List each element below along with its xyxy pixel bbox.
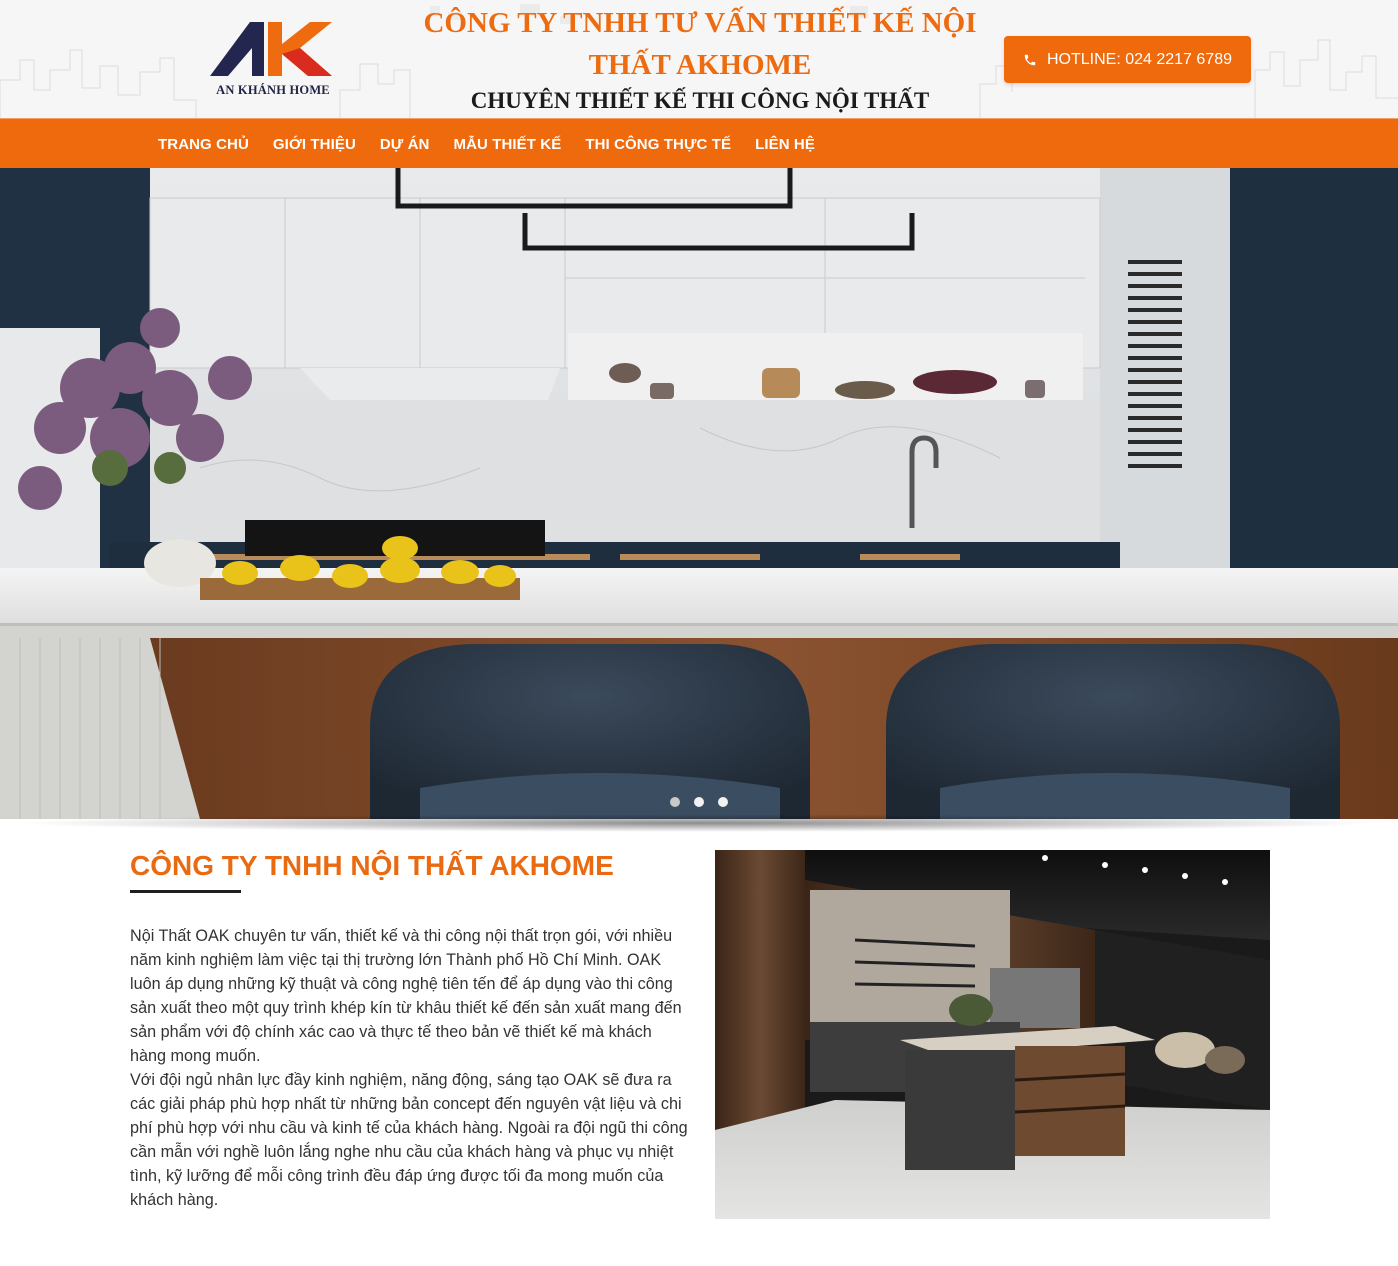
nav-list: TRANG CHỦ GIỚI THIỆU DỰ ÁN MẪU THIẾT KẾ …	[146, 119, 827, 169]
hero-slider[interactable]	[0, 168, 1398, 819]
about-body: Nội Thất OAK chuyên tư vấn, thiết kế và …	[130, 924, 688, 1212]
nav-item-home[interactable]: TRANG CHỦ	[146, 136, 261, 153]
about-paragraph-2: Với đội ngủ nhân lực đầy kinh nghiệm, nă…	[130, 1071, 688, 1209]
main-navbar: TRANG CHỦ GIỚI THIỆU DỰ ÁN MẪU THIẾT KẾ …	[0, 118, 1398, 168]
phone-icon	[1024, 54, 1036, 65]
hotline-label: HOTLINE: 024 2217 6789	[1046, 50, 1232, 68]
about-kitchen-image	[715, 850, 1270, 1219]
showroom-kitchen-image	[715, 850, 1270, 1219]
nav-item-construction[interactable]: THI CÔNG THỰC TẾ	[573, 136, 743, 153]
slider-dot-3[interactable]	[718, 797, 728, 807]
site-logo[interactable]: AN KHÁNH HOME	[210, 18, 336, 102]
hotline-button[interactable]: HOTLINE: 024 2217 6789	[1004, 36, 1251, 83]
akhome-logo-mark	[210, 22, 332, 76]
hero-shadow	[14, 814, 1384, 832]
about-title: CÔNG TY TNHH NỘI THẤT AKHOME	[130, 850, 614, 881]
logo-text: AN KHÁNH HOME	[216, 83, 330, 97]
title-underline	[130, 890, 241, 893]
hero-kitchen-image	[0, 168, 1398, 819]
company-title: CÔNG TY TNHH TƯ VẤN THIẾT KẾ NỘI THẤT AK…	[423, 7, 977, 81]
slider-dot-1[interactable]	[670, 797, 680, 807]
site-header: AN KHÁNH HOME CÔNG TY TNHH TƯ VẤN THIẾT …	[0, 0, 1398, 118]
nav-item-design-samples[interactable]: MẪU THIẾT KẾ	[441, 136, 573, 153]
slider-dots	[670, 797, 728, 807]
nav-item-about[interactable]: GIỚI THIỆU	[261, 136, 368, 153]
nav-item-contact[interactable]: LIÊN HỆ	[743, 136, 827, 153]
nav-item-projects[interactable]: DỰ ÁN	[368, 136, 442, 153]
about-paragraph-1: Nội Thất OAK chuyên tư vấn, thiết kế và …	[130, 927, 682, 1065]
company-slogan: CHUYÊN THIẾT KẾ THI CÔNG NỘI THẤT	[470, 88, 930, 113]
slider-dot-2[interactable]	[694, 797, 704, 807]
